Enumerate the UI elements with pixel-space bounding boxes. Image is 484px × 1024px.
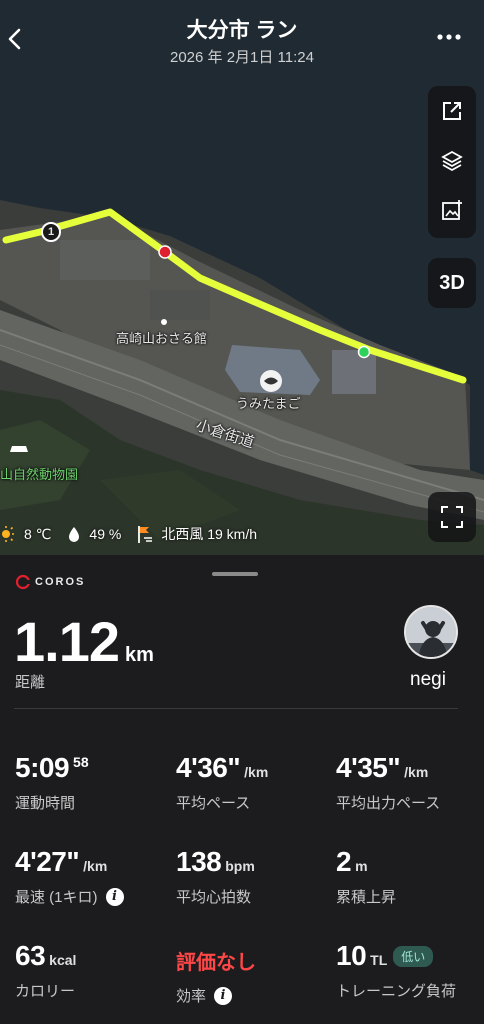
stat-training-load: 10 TL 低い トレーニング負荷 (336, 940, 456, 1001)
avatar[interactable] (404, 605, 458, 659)
wind: 北西風 19 km/h (135, 524, 257, 544)
fastest-label-row: 最速 (1キロ) i (15, 886, 124, 907)
landmark-label: 高崎山おさる館 (116, 331, 208, 346)
user-name[interactable]: negi (398, 669, 458, 691)
distance-label: 距離 (15, 674, 46, 691)
efficiency-label-row: 効率 i (176, 985, 256, 1006)
humidity-value: 49 % (89, 526, 122, 542)
fullscreen-button[interactable] (428, 492, 476, 542)
stat-efficiency: 評価なし 効率 i (176, 940, 256, 1006)
duration-seconds: 58 (73, 754, 89, 770)
duration-value: 5:09 (15, 752, 70, 783)
stat-duration: 5:09 58 運動時間 (15, 752, 89, 813)
elevation-value: 2 (336, 846, 352, 877)
elevation-unit: m (355, 858, 368, 874)
map-layers-button[interactable] (428, 136, 476, 186)
info-icon[interactable]: i (214, 986, 233, 1005)
training-load-value: 10 (336, 940, 367, 971)
activity-title: 大分市 ラン (186, 19, 298, 42)
distance-value: 1.12 km (14, 609, 154, 674)
divider (14, 708, 458, 709)
back-button[interactable] (4, 26, 26, 52)
weather-bar: 8 ℃ 49 % 北西風 19 km/h (0, 522, 271, 546)
sun-icon (2, 526, 14, 542)
avg-power-pace-value: 4'35" (336, 752, 401, 783)
stat-avg-power-pace: 4'35" /km 平均出力ペース (336, 752, 440, 813)
water-drop-icon (69, 527, 80, 542)
calories-unit: kcal (49, 952, 77, 968)
wind-value: 北西風 19 km/h (161, 526, 258, 542)
efficiency-label: 効率 (176, 988, 207, 1005)
humidity: 49 % (65, 525, 121, 543)
fastest-value: 4'27" (15, 846, 80, 877)
fastest-label: 最速 (1キロ) (15, 889, 98, 906)
lap-marker: 1 (34, 222, 68, 244)
activity-datetime: 2026 年 2月1日 11:24 (170, 49, 314, 66)
map-toolbar (428, 86, 476, 238)
user-avatar-photo (406, 607, 456, 657)
temperature: 8 ℃ (0, 525, 51, 543)
stat-avg-hr: 138 bpm 平均心拍数 (176, 846, 255, 907)
more-options-button[interactable] (436, 30, 462, 42)
3d-view-button[interactable]: 3D (428, 258, 476, 308)
fullscreen-icon (441, 506, 463, 528)
temperature-value: 8 ℃ (24, 525, 52, 542)
brand-logo: COROS (15, 574, 85, 590)
add-photo-button[interactable] (428, 186, 476, 236)
zoo-label: 山自然動物園 (0, 467, 79, 482)
share-button[interactable] (428, 86, 476, 136)
elevation-label: 累積上昇 (336, 889, 397, 906)
duration-label: 運動時間 (15, 795, 76, 812)
distance-unit: km (125, 644, 154, 666)
aquarium-label: うみたまご (236, 396, 301, 411)
avg-hr-value: 138 (176, 846, 222, 877)
training-load-badge: 低い (393, 945, 434, 967)
efficiency-value: 評価なし (176, 952, 256, 974)
lap-number: 1 (41, 222, 61, 242)
fastest-unit: /km (83, 858, 108, 874)
activity-summary-panel: COROS 1.12 km 距離 negi 5:09 58 運動時間 4'36"… (0, 555, 484, 1024)
calories-label: カロリー (15, 983, 76, 1000)
drag-handle[interactable] (212, 572, 258, 576)
avg-power-pace-label: 平均出力ペース (336, 795, 441, 812)
avg-pace-unit: /km (244, 764, 269, 780)
avg-hr-label: 平均心拍数 (176, 889, 252, 906)
training-load-unit: TL (370, 952, 388, 968)
route-map[interactable]: 大分市 ラン 2026 年 2月1日 11:24 3D 1 高崎山おさる館 うみ… (0, 0, 484, 555)
avg-pace-value: 4'36" (176, 752, 241, 783)
avg-pace-label: 平均ペース (176, 795, 251, 812)
add-image-icon (442, 200, 462, 220)
distance-number: 1.12 (14, 610, 120, 673)
stat-elevation: 2 m 累積上昇 (336, 846, 396, 907)
wind-flag-icon (138, 526, 153, 543)
training-load-label: トレーニング負荷 (336, 983, 457, 1000)
info-icon[interactable]: i (105, 887, 124, 906)
stat-calories: 63 kcal カロリー (15, 940, 76, 1001)
share-icon (443, 102, 461, 120)
more-dots-icon (437, 34, 461, 40)
calories-value: 63 (15, 940, 46, 971)
avg-power-pace-unit: /km (404, 764, 429, 780)
layers-icon (441, 150, 463, 172)
brand-name: COROS (35, 576, 86, 588)
stat-fastest: 4'27" /km 最速 (1キロ) i (15, 846, 124, 907)
stat-avg-pace: 4'36" /km 平均ペース (176, 752, 268, 813)
coros-logo-icon (15, 574, 31, 590)
avg-hr-unit: bpm (225, 858, 255, 874)
chevron-left-icon (8, 28, 21, 50)
